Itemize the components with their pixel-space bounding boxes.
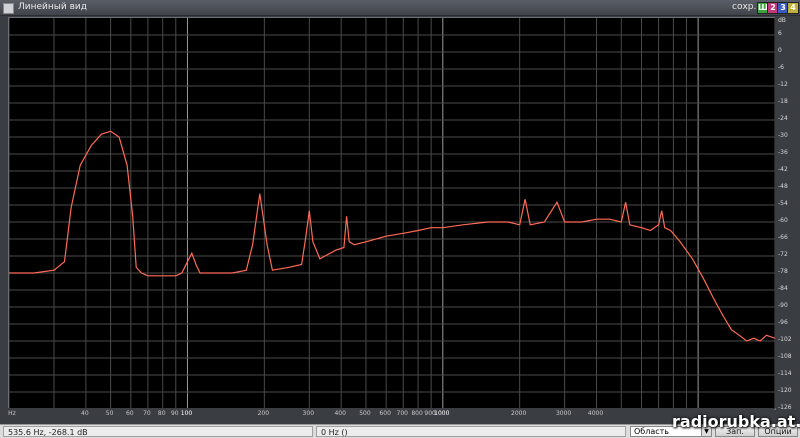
channel-button-4[interactable]: 4 xyxy=(787,2,799,14)
x-tick-label: 500 xyxy=(359,410,371,417)
y-tick-label: 6 xyxy=(778,30,782,37)
y-tick-label: -24 xyxy=(778,115,788,122)
x-tick-label: 700 xyxy=(396,410,408,417)
save-button[interactable]: сохр. xyxy=(732,1,756,14)
y-tick-label: -18 xyxy=(778,98,788,105)
y-tick-label: -60 xyxy=(778,217,788,224)
x-tick-label: 4000 xyxy=(587,410,604,417)
spectrum-plot[interactable] xyxy=(8,17,776,410)
y-axis: dB 6 0 -6 -12 -18 -24 -30 -36 -42 -48 -54 -60 -66 -72 -… xyxy=(775,17,800,411)
y-tick-label: -36 xyxy=(778,149,788,156)
y-tick-label: -30 xyxy=(778,132,788,139)
x-tick-label: 200 xyxy=(257,410,270,417)
y-tick-label: -126 xyxy=(778,404,792,411)
x-tick-label: 40 xyxy=(81,410,89,417)
frequency-readout: 0 Hz () xyxy=(316,426,626,437)
region-select-value: Область xyxy=(634,427,670,436)
watermark: radiorubka.at.ua xyxy=(672,412,800,431)
y-tick-label: -120 xyxy=(778,387,792,394)
window-title: Линейный вид xyxy=(18,2,87,12)
x-tick-label: 60 xyxy=(125,410,134,417)
y-tick-label: -54 xyxy=(778,200,788,207)
y-tick-label: -66 xyxy=(778,234,788,241)
y-tick-label: -90 xyxy=(778,302,788,309)
x-tick-label: 600 xyxy=(379,410,391,417)
y-tick-label: -12 xyxy=(778,81,788,88)
x-axis: Hz 40 50 60 70 80 90 100 200 300 400 500 600 700 800 90… xyxy=(8,408,774,423)
y-tick-label: -84 xyxy=(778,285,788,292)
x-tick-label: 300 xyxy=(302,410,315,417)
y-tick-label: 0 xyxy=(778,47,782,54)
title-bar: Линейный вид сохр. Ш 2 3 4 xyxy=(0,0,800,16)
window-icon xyxy=(3,3,14,14)
x-tick-label: 800 xyxy=(411,410,423,417)
x-tick-label: 100 xyxy=(180,410,193,417)
spectrum-line xyxy=(9,130,775,342)
y-tick-label: -78 xyxy=(778,268,788,275)
x-tick-label: 50 xyxy=(105,410,114,417)
y-tick-label: dB xyxy=(778,17,786,24)
spectrum-svg xyxy=(9,18,775,409)
x-tick-label: 70 xyxy=(143,410,151,417)
y-tick-label: -72 xyxy=(778,251,788,258)
y-tick-label: -48 xyxy=(778,183,788,190)
y-tick-label: -42 xyxy=(778,166,788,173)
x-tick-label: 80 xyxy=(157,410,166,417)
y-tick-label: -102 xyxy=(778,336,792,343)
x-tick-label: 3000 xyxy=(555,410,572,417)
y-tick-label: -6 xyxy=(778,64,784,71)
y-tick-label: -96 xyxy=(778,319,788,326)
y-tick-label: -114 xyxy=(778,370,792,377)
x-tick-label: 1000 xyxy=(434,410,450,417)
y-tick-label: -108 xyxy=(778,353,792,360)
x-tick-label: 400 xyxy=(334,410,346,417)
x-tick-label: Hz xyxy=(8,410,16,417)
x-tick-label: 90 xyxy=(170,410,179,417)
cursor-readout: 535.6 Hz, -268.1 dB xyxy=(3,426,313,437)
x-tick-label: 2000 xyxy=(511,410,527,417)
